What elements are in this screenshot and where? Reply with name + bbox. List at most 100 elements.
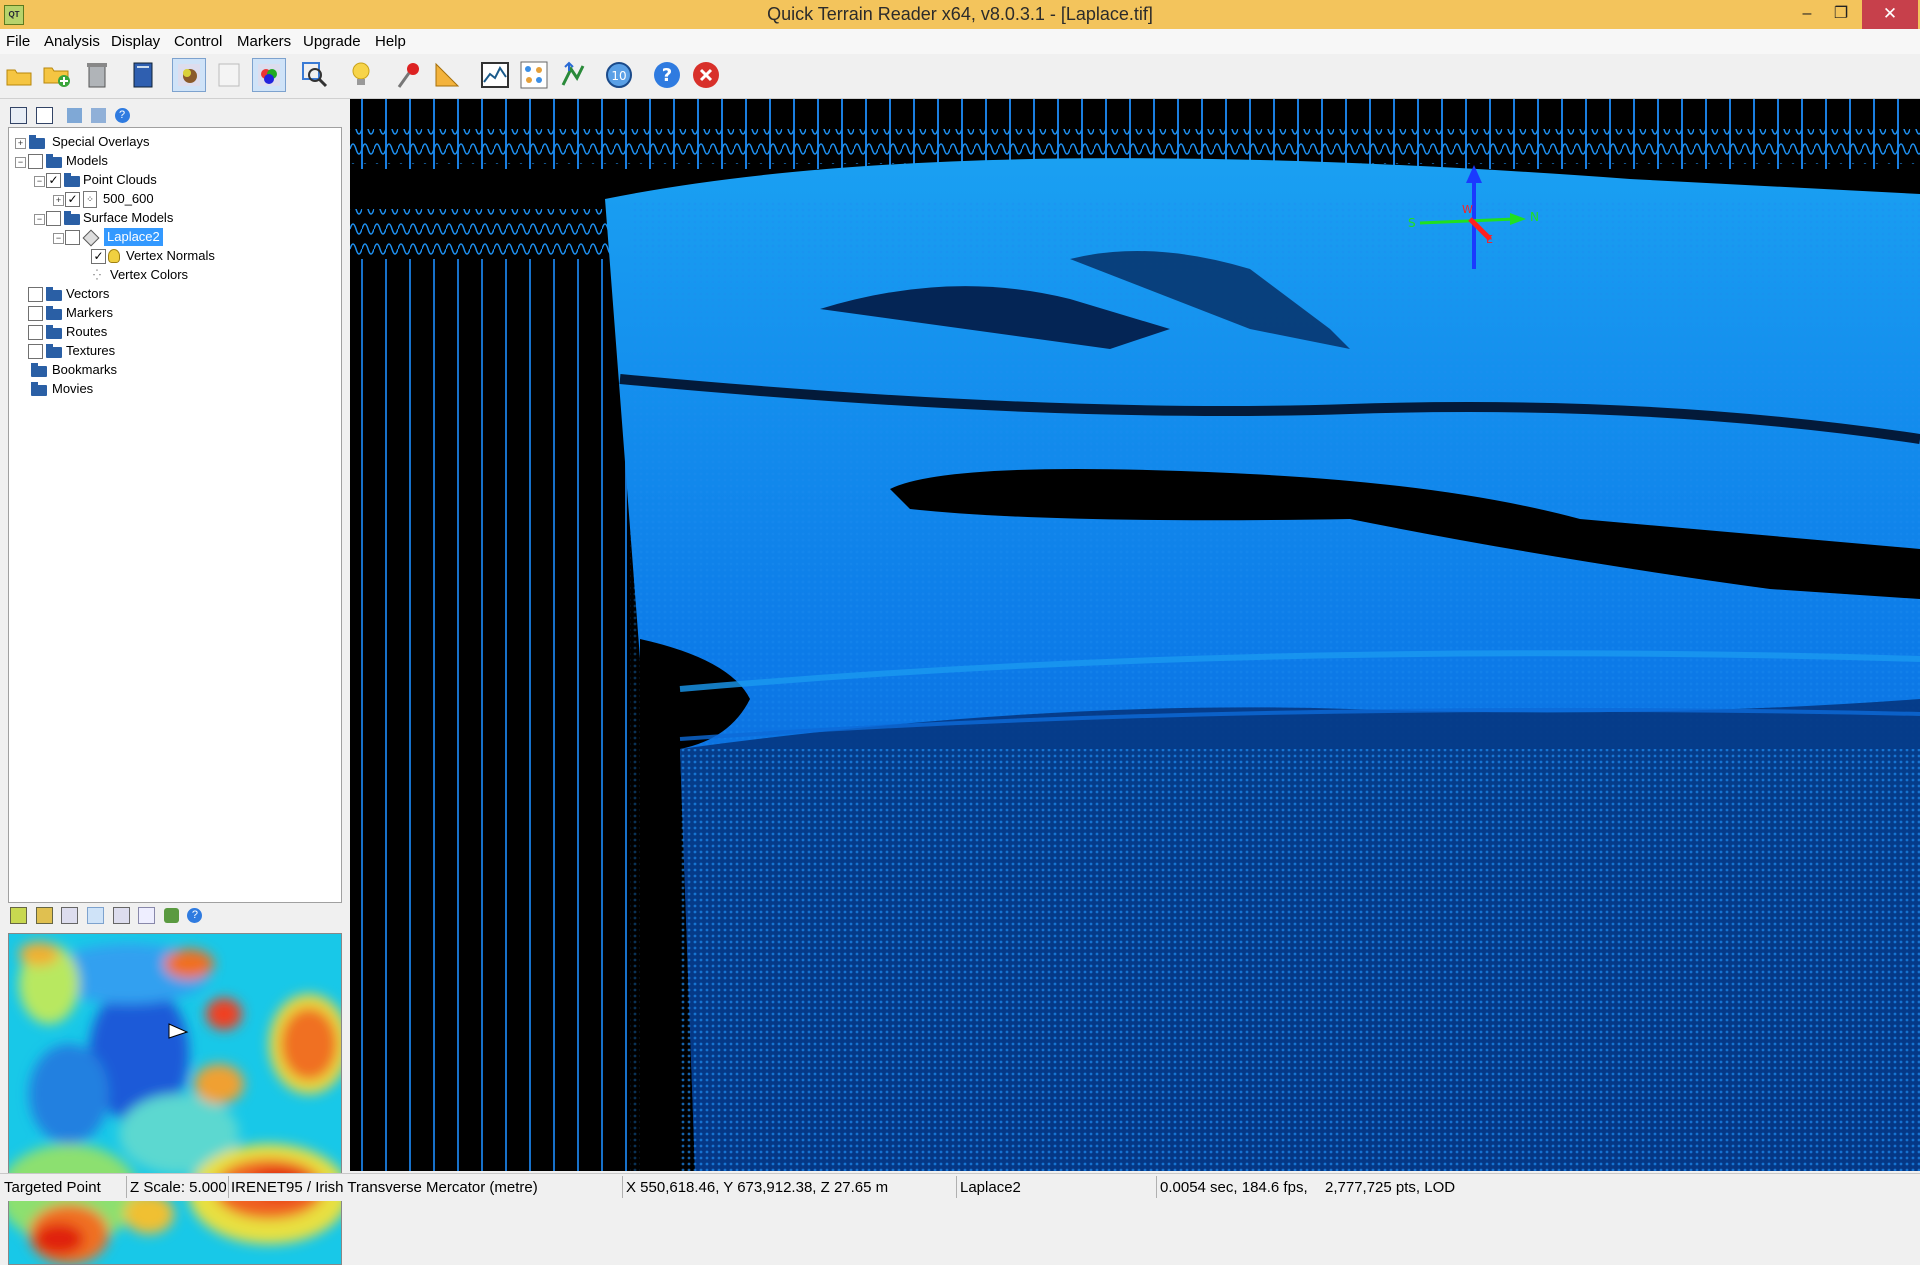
menu-file[interactable]: File xyxy=(6,33,30,50)
delete-icon[interactable] xyxy=(80,58,114,92)
compass-south-label: S xyxy=(1408,216,1416,230)
checkbox-textures[interactable] xyxy=(28,344,43,359)
map-help-icon[interactable]: ? xyxy=(187,908,203,924)
color-model-icon[interactable] xyxy=(252,58,286,92)
folder-icon xyxy=(29,135,45,149)
checkbox-models[interactable] xyxy=(28,154,43,169)
checkbox-surface-models[interactable] xyxy=(46,211,61,226)
maximize-button[interactable]: ❐ xyxy=(1824,0,1858,29)
lightbulb-icon xyxy=(108,249,120,263)
lightbulb-icon[interactable] xyxy=(344,58,378,92)
folder-icon xyxy=(64,211,80,225)
tree-item-vectors[interactable]: Vectors xyxy=(66,285,109,303)
checkbox-point-clouds[interactable]: ✓ xyxy=(46,173,61,188)
toolbar: 10 ? xyxy=(0,54,1920,99)
collapse-icon[interactable]: − xyxy=(15,157,26,168)
expand-icon[interactable]: + xyxy=(53,195,64,206)
status-points: 2,777,725 pts, LOD xyxy=(1325,1179,1456,1196)
help-icon[interactable]: ? xyxy=(650,58,684,92)
surface-model-icon xyxy=(82,229,100,247)
open-file-icon[interactable] xyxy=(2,58,36,92)
marker-pin-icon[interactable] xyxy=(392,58,426,92)
tree-item-vertex-colors[interactable]: Vertex Colors xyxy=(110,266,188,284)
menu-display[interactable]: Display xyxy=(111,33,160,50)
checkbox-markers[interactable] xyxy=(28,306,43,321)
left-panel: ? + Special Overlays − Models − ✓ Point … xyxy=(0,99,350,1265)
tree-item-surface-models[interactable]: Surface Models xyxy=(83,209,173,227)
status-bar: Targeted Point Z Scale: 5.000C IRENET95 … xyxy=(0,1173,1920,1201)
compass-west-label: W xyxy=(1462,203,1473,216)
tree-view-icon[interactable] xyxy=(10,107,27,125)
map-frame-icon[interactable] xyxy=(61,907,79,925)
minimize-button[interactable]: – xyxy=(1790,0,1824,29)
checkbox-laplace2[interactable] xyxy=(65,230,80,245)
tree-item-markers[interactable]: Markers xyxy=(66,304,113,322)
zoom-extents-icon[interactable] xyxy=(298,58,332,92)
folder-icon xyxy=(46,154,62,168)
profile-icon[interactable] xyxy=(478,58,512,92)
3d-viewport[interactable]: N S E W xyxy=(350,99,1920,1171)
map-tool-icon[interactable] xyxy=(10,907,27,925)
status-separator xyxy=(228,1176,229,1198)
svg-text:?: ? xyxy=(662,65,672,86)
tree-item-vertex-normals[interactable]: Vertex Normals xyxy=(126,247,215,265)
status-separator xyxy=(956,1176,957,1198)
tree-help-icon[interactable]: ? xyxy=(114,108,130,124)
menu-upgrade[interactable]: Upgrade xyxy=(303,33,361,50)
collapse-icon[interactable]: − xyxy=(34,176,45,187)
folder-icon xyxy=(31,363,47,377)
tree-item-point-clouds[interactable]: Point Clouds xyxy=(83,171,157,189)
tree-item-bookmarks[interactable]: Bookmarks xyxy=(52,361,117,379)
tree-item-500-600[interactable]: 500_600 xyxy=(103,190,154,208)
point-cloud-icon[interactable] xyxy=(517,58,551,92)
title-bar: QT Quick Terrain Reader x64, v8.0.3.1 - … xyxy=(0,0,1920,29)
add-layer-icon[interactable] xyxy=(67,108,83,124)
status-coordinates: X 550,618.46, Y 673,912.38, Z 27.65 m xyxy=(626,1179,889,1196)
map-layer-icon[interactable] xyxy=(35,907,53,925)
overview-map[interactable] xyxy=(8,933,342,1265)
menu-control[interactable]: Control xyxy=(174,33,222,50)
map-color-icon[interactable] xyxy=(86,907,104,925)
ruler-icon[interactable] xyxy=(430,58,464,92)
folder-icon xyxy=(64,173,80,187)
checkbox-vectors[interactable] xyxy=(28,287,43,302)
tree-item-models[interactable]: Models xyxy=(66,152,108,170)
expand-icon[interactable]: + xyxy=(15,138,26,149)
checkbox-500-600[interactable]: ✓ xyxy=(65,192,80,207)
tree-item-laplace2[interactable]: Laplace2 xyxy=(104,228,163,246)
overview-toolbar: ? xyxy=(10,907,207,925)
blank-page-icon[interactable] xyxy=(212,58,246,92)
point-cloud-file-icon: ⁘ xyxy=(83,191,97,208)
menu-help[interactable]: Help xyxy=(375,33,406,50)
map-zoom-icon[interactable] xyxy=(112,907,130,925)
add-data-icon[interactable] xyxy=(40,58,74,92)
remove-layer-icon[interactable] xyxy=(90,108,106,124)
close-button[interactable]: ✕ xyxy=(1862,0,1918,29)
chart-view-icon[interactable] xyxy=(35,107,53,125)
status-mode: Targeted Point xyxy=(4,1179,101,1196)
map-refresh-icon[interactable] xyxy=(163,908,179,924)
tree-item-special-overlays[interactable]: Special Overlays xyxy=(52,133,150,151)
menu-markers[interactable]: Markers xyxy=(237,33,291,50)
book-icon[interactable] xyxy=(126,58,160,92)
checkbox-vertex-normals[interactable]: ✓ xyxy=(91,249,106,264)
export-icon[interactable] xyxy=(556,58,590,92)
terrain-scene[interactable]: N S E W xyxy=(350,99,1920,1171)
tree-item-textures[interactable]: Textures xyxy=(66,342,115,360)
status-separator xyxy=(126,1176,127,1198)
time-icon[interactable]: 10 xyxy=(602,58,636,92)
checkbox-routes[interactable] xyxy=(28,325,43,340)
collapse-icon[interactable]: − xyxy=(53,233,64,244)
map-cursor-icon[interactable] xyxy=(138,907,156,925)
tree-item-movies[interactable]: Movies xyxy=(52,380,93,398)
folder-icon xyxy=(46,306,62,320)
stop-icon[interactable] xyxy=(689,58,723,92)
menu-analysis[interactable]: Analysis xyxy=(44,33,100,50)
overview-map-image[interactable] xyxy=(9,934,342,1265)
status-model: Laplace2 xyxy=(960,1179,1021,1196)
tree-item-routes[interactable]: Routes xyxy=(66,323,107,341)
view-model-icon[interactable] xyxy=(172,58,206,92)
collapse-icon[interactable]: − xyxy=(34,214,45,225)
vertex-colors-icon: ⁛ xyxy=(93,270,101,281)
folder-icon xyxy=(46,344,62,358)
